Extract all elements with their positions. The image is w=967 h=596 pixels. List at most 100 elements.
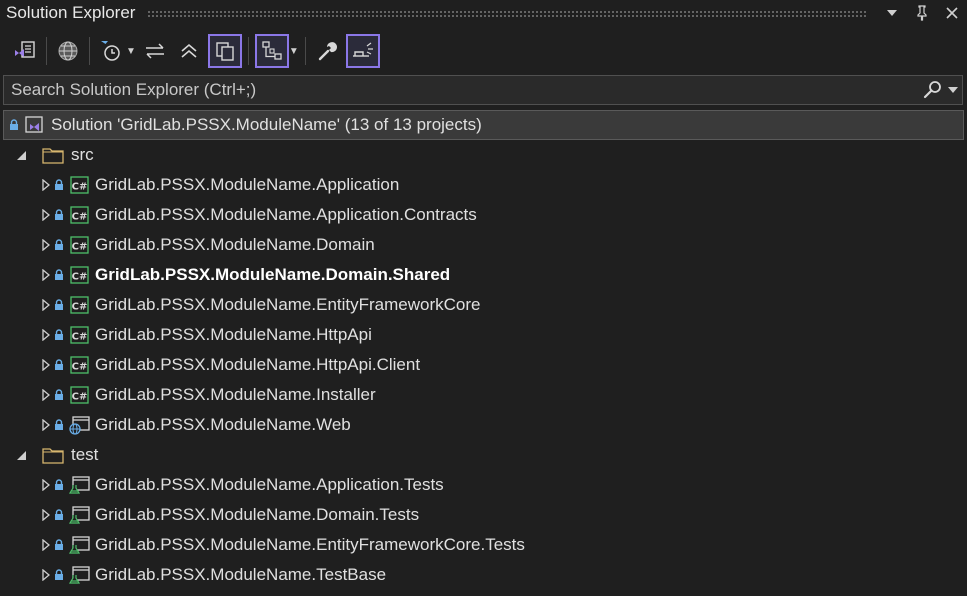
folder-icon xyxy=(42,445,64,465)
folder-src[interactable]: src xyxy=(0,140,967,170)
csharp-project-icon: C# xyxy=(68,355,90,375)
collapsed-arrow-icon[interactable] xyxy=(39,569,53,581)
project-node[interactable]: C# GridLab.PSSX.ModuleName.Domain.Shared xyxy=(0,260,967,290)
csharp-project-icon: C# xyxy=(68,235,90,255)
project-label: GridLab.PSSX.ModuleName.Domain.Tests xyxy=(95,505,420,524)
project-node[interactable]: GridLab.PSSX.ModuleName.Web xyxy=(0,410,967,440)
close-icon[interactable] xyxy=(937,0,967,26)
project-node[interactable]: C# GridLab.PSSX.ModuleName.Installer xyxy=(0,380,967,410)
lock-icon xyxy=(53,359,65,371)
toolbar: ▼ ▼ xyxy=(0,30,967,72)
project-label: GridLab.PSSX.ModuleName.EntityFrameworkC… xyxy=(95,535,525,554)
lock-icon xyxy=(53,269,65,281)
test-project-icon xyxy=(68,475,90,495)
test-project-icon xyxy=(68,565,90,585)
test-project-icon xyxy=(68,505,90,525)
search-input[interactable] xyxy=(4,79,918,101)
collapsed-arrow-icon[interactable] xyxy=(39,299,53,311)
collapsed-arrow-icon[interactable] xyxy=(39,539,53,551)
class-view-button[interactable] xyxy=(254,34,289,68)
lock-icon xyxy=(53,419,65,431)
project-label: GridLab.PSSX.ModuleName.Domain.Shared xyxy=(95,265,451,284)
search-icon xyxy=(923,81,941,99)
collapsed-arrow-icon[interactable] xyxy=(39,329,53,341)
project-node[interactable]: C# GridLab.PSSX.ModuleName.HttpApi.Client xyxy=(0,350,967,380)
drag-grip[interactable] xyxy=(147,9,867,17)
project-label: GridLab.PSSX.ModuleName.Application xyxy=(95,175,400,194)
solution-node[interactable]: Solution 'GridLab.PSSX.ModuleName' (13 o… xyxy=(3,110,964,140)
svg-text:C#: C# xyxy=(72,272,88,283)
project-label: GridLab.PSSX.ModuleName.Domain xyxy=(95,235,375,254)
window-position-dropdown-icon[interactable] xyxy=(877,0,907,26)
project-node[interactable]: C# GridLab.PSSX.ModuleName.Application.Co… xyxy=(0,200,967,230)
folder-icon xyxy=(42,145,64,165)
collapse-all-icon xyxy=(181,43,197,58)
project-label: GridLab.PSSX.ModuleName.HttpApi.Client xyxy=(95,355,421,374)
project-node[interactable]: C# GridLab.PSSX.ModuleName.HttpApi xyxy=(0,320,967,350)
collapsed-arrow-icon[interactable] xyxy=(39,419,53,431)
collapsed-arrow-icon[interactable] xyxy=(39,389,53,401)
lock-icon xyxy=(53,239,65,251)
project-label: GridLab.PSSX.ModuleName.Application.Cont… xyxy=(95,205,477,224)
hierarchy-icon xyxy=(262,41,282,60)
project-label: GridLab.PSSX.ModuleName.Installer xyxy=(95,385,376,404)
collapsed-arrow-icon[interactable] xyxy=(39,479,53,491)
copy-files-icon xyxy=(216,42,234,61)
folder-test[interactable]: test xyxy=(0,440,967,470)
project-node[interactable]: C# GridLab.PSSX.ModuleName.EntityFramewor… xyxy=(0,290,967,320)
project-node[interactable]: GridLab.PSSX.ModuleName.Application.Test… xyxy=(0,470,967,500)
properties-button[interactable] xyxy=(312,34,342,68)
svg-text:C#: C# xyxy=(72,182,88,193)
lock-icon xyxy=(8,119,20,131)
lock-icon xyxy=(53,299,65,311)
preview-icon xyxy=(352,42,373,57)
solution-label: Solution 'GridLab.PSSX.ModuleName' (13 o… xyxy=(51,115,482,134)
visual-studio-solution-icon xyxy=(23,115,45,135)
show-all-files-button[interactable] xyxy=(207,34,242,68)
csharp-project-icon: C# xyxy=(68,295,90,315)
project-node[interactable]: C# GridLab.PSSX.ModuleName.Domain xyxy=(0,230,967,260)
collapsed-arrow-icon[interactable] xyxy=(39,209,53,221)
project-node[interactable]: GridLab.PSSX.ModuleName.EntityFrameworkC… xyxy=(0,530,967,560)
project-node[interactable]: C# GridLab.PSSX.ModuleName.Application xyxy=(0,170,967,200)
globe-button[interactable] xyxy=(53,34,83,68)
csharp-project-icon: C# xyxy=(68,265,90,285)
pending-changes-dropdown-icon[interactable]: ▼ xyxy=(126,46,136,57)
project-node[interactable]: GridLab.PSSX.ModuleName.Domain.Tests xyxy=(0,500,967,530)
solution-tree: Solution 'GridLab.PSSX.ModuleName' (13 o… xyxy=(0,110,967,590)
class-view-dropdown-icon[interactable]: ▼ xyxy=(289,46,299,57)
preview-selected-items-button[interactable] xyxy=(345,34,380,68)
expanded-arrow-icon[interactable] xyxy=(14,450,28,460)
collapsed-arrow-icon[interactable] xyxy=(39,359,53,371)
svg-text:C#: C# xyxy=(72,392,88,403)
project-label: GridLab.PSSX.ModuleName.Application.Test… xyxy=(95,475,444,494)
search-options-button[interactable] xyxy=(918,80,962,100)
sync-with-active-document-button[interactable] xyxy=(140,34,170,68)
switch-views-icon xyxy=(15,41,35,58)
collapse-all-button[interactable] xyxy=(174,34,204,68)
wrench-icon xyxy=(318,42,337,61)
globe-icon xyxy=(58,41,78,61)
project-node[interactable]: GridLab.PSSX.ModuleName.TestBase xyxy=(0,560,967,590)
svg-text:C#: C# xyxy=(72,212,88,223)
collapsed-arrow-icon[interactable] xyxy=(39,179,53,191)
sync-arrows-icon xyxy=(145,43,164,59)
folder-label: test xyxy=(71,445,99,464)
project-label: GridLab.PSSX.ModuleName.Web xyxy=(95,415,351,434)
pin-icon[interactable] xyxy=(907,0,937,26)
test-project-icon xyxy=(68,535,90,555)
lock-icon xyxy=(53,209,65,221)
svg-text:C#: C# xyxy=(72,302,88,313)
expanded-arrow-icon[interactable] xyxy=(14,150,28,160)
pending-changes-filter-button[interactable] xyxy=(96,34,126,68)
project-label: GridLab.PSSX.ModuleName.HttpApi xyxy=(95,325,372,344)
folder-label: src xyxy=(71,145,94,164)
lock-icon xyxy=(53,329,65,341)
collapsed-arrow-icon[interactable] xyxy=(39,239,53,251)
collapsed-arrow-icon[interactable] xyxy=(39,269,53,281)
collapsed-arrow-icon[interactable] xyxy=(39,509,53,521)
svg-text:C#: C# xyxy=(72,362,88,373)
switch-views-button[interactable] xyxy=(10,34,40,68)
lock-icon xyxy=(53,179,65,191)
lock-icon xyxy=(53,389,65,401)
